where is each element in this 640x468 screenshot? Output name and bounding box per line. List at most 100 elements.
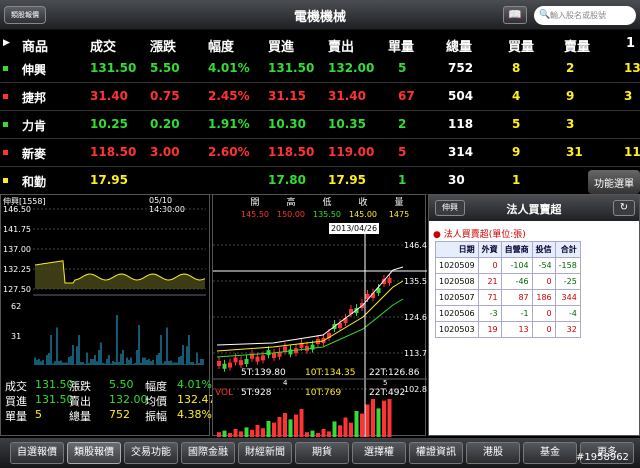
quote-cell-extra: 3 [624,89,633,103]
kline-value: 145.00 [349,210,377,219]
quote-row[interactable]: 捷邦 31.40 0.75 2.45% 31.15 31.40 67 504 4 9 3 [0,84,640,110]
stat-cell: 總量 [69,410,91,423]
inst-cell: 1020507 [435,289,479,306]
quote-cell-pct: 2.45% [208,89,250,103]
y-tick-label: 124.6 [404,313,427,322]
stat-cell: 132.47 [177,393,216,406]
col-header[interactable]: 總量 [446,36,472,55]
stat-cell: 買進 [5,395,27,408]
quote-cell-name: 力肯 [22,119,47,133]
inst-cell: 0 [531,305,556,322]
volume-bar [327,431,331,437]
search-input[interactable]: 🔍 輸入股名或股號 [534,6,636,25]
bottom-tab-bar: 自選報價 類股報價 交易功能 國際金融 財經新聞 期貨 選擇權 權證資訊 港股 基金 更多 [0,438,640,468]
col-header[interactable]: 1 [626,36,635,51]
volume-bar [261,428,265,437]
vol-tick-label: 31 [11,332,21,341]
quote-cell-total: 30 [448,173,465,187]
stat-cell: 均價 [145,395,167,408]
quote-row[interactable]: 力肯 10.25 0.20 1.91% 10.30 10.35 2 118 5 3 [0,112,640,138]
quote-cell-change: 0.75 [150,89,180,103]
bottom-tab[interactable]: 權證資訊 [409,442,463,464]
kline-header: 收 [358,196,367,208]
quote-cell-pct: 2.60% [208,145,250,159]
volume-bar [354,411,359,437]
institutional-title: 法人買賣超 [506,203,562,216]
quote-cell-change: 3.00 [150,145,180,159]
quote-cell-vol: 67 [398,89,415,103]
candle-body [283,346,287,352]
quote-cell-ask: 17.95 [328,173,366,187]
col-header[interactable]: 單量 [388,36,414,55]
stat-cell: 單量 [5,410,27,423]
bottom-tab[interactable]: 類股報價 [67,442,121,464]
volume-bar [343,417,348,437]
period-mark: 4 [283,379,288,387]
col-header[interactable]: 買量 [508,36,534,55]
bottom-tab[interactable]: 自選報價 [10,442,64,464]
inst-cell: -3 [477,305,502,322]
bottom-tab[interactable]: 基金 [523,442,577,464]
quote-cell-extra: 13 [624,61,640,75]
kline-value: 150.00 [277,210,305,219]
col-header[interactable]: 幅度 [208,36,234,55]
function-menu-button[interactable]: 功能選單 [588,170,640,194]
col-header[interactable]: 成交 [90,36,116,55]
ma5-line [216,266,404,346]
volume-bar [222,430,227,437]
quote-cell-bid: 17.80 [268,173,306,187]
kline-header: 開 [250,197,259,208]
quote-row[interactable]: 和勤 17.95 17.80 17.95 1 30 1 [0,168,640,194]
stat-cell: 5 [35,408,42,421]
stat-cell: 幅度 [145,380,167,393]
col-header[interactable]: 漲跌 [150,36,176,55]
col-header[interactable]: 賣出 [328,36,354,55]
col-header[interactable]: 商品 [22,36,48,55]
collapse-arrow-icon[interactable]: ▶ [3,38,10,48]
refresh-icon[interactable]: ↻ [613,200,635,216]
book-icon[interactable]: 📖 [503,6,527,24]
quote-cell-bid: 10.30 [268,117,306,131]
candle-body [233,357,238,363]
table-row: 1020507 71 87 186 344 [435,289,581,306]
quote-cell-change: 5.50 [150,61,180,75]
intraday-chart-panel[interactable]: 伸興[1558] 05/10 14:30:00 146.50 141.75 137.… [0,194,216,436]
bottom-tab[interactable]: 選擇權 [352,442,406,464]
volume-bar [349,422,353,437]
quote-row[interactable]: 伸興 131.50 5.50 4.01% 131.50 132.00 5 752 8 2 13 [0,56,640,82]
ma-label: 10T:134.35 [305,368,355,378]
inst-cell: 21 [477,273,502,290]
bottom-tab[interactable]: 財經新聞 [238,442,292,464]
kline-value: 135.50 [313,210,341,219]
quote-cell-bid: 118.50 [268,145,315,159]
quote-cell-askvol: 2 [566,61,575,75]
inst-col-header: 外資 [477,241,502,258]
kline-header: 量 [394,197,403,208]
inst-cell: -54 [531,257,556,274]
inst-cell: 344 [554,289,581,306]
col-header[interactable]: 買進 [268,36,294,55]
candle-body [244,359,249,364]
candle-body [288,349,293,355]
bottom-tab[interactable]: 期貨 [295,442,349,464]
stat-cell: 5.50 [109,378,134,391]
kline-chart-panel[interactable]: 開 高 低 收 量 145.50 150.00 135.50 145.00 1475 146.4 13… [212,194,427,437]
y-tick-label: 102.8 [404,385,427,394]
inst-cell: 186 [531,289,556,306]
candle-body [387,278,392,283]
bottom-tab[interactable]: 港股 [466,442,520,464]
bottom-tab[interactable]: 國際金融 [181,442,235,464]
inst-cell: 1020509 [435,257,479,274]
bottom-tab[interactable]: 交易功能 [124,442,178,464]
quote-cell-extra: 11 [624,145,640,159]
volume-bar [288,419,293,437]
kline-value: 145.50 [241,210,269,219]
quote-row[interactable]: 新麥 118.50 3.00 2.60% 118.50 119.00 5 314 9 31 11 [0,140,640,166]
col-header[interactable]: 賣量 [564,36,590,55]
volume-bar [294,414,298,437]
inst-cell: 71 [477,289,502,306]
inst-cell: 13 [500,321,533,338]
y-tick-label: 135.5 [404,277,427,286]
inst-cell: -4 [554,305,581,322]
quote-cell-price: 131.50 [90,61,137,75]
